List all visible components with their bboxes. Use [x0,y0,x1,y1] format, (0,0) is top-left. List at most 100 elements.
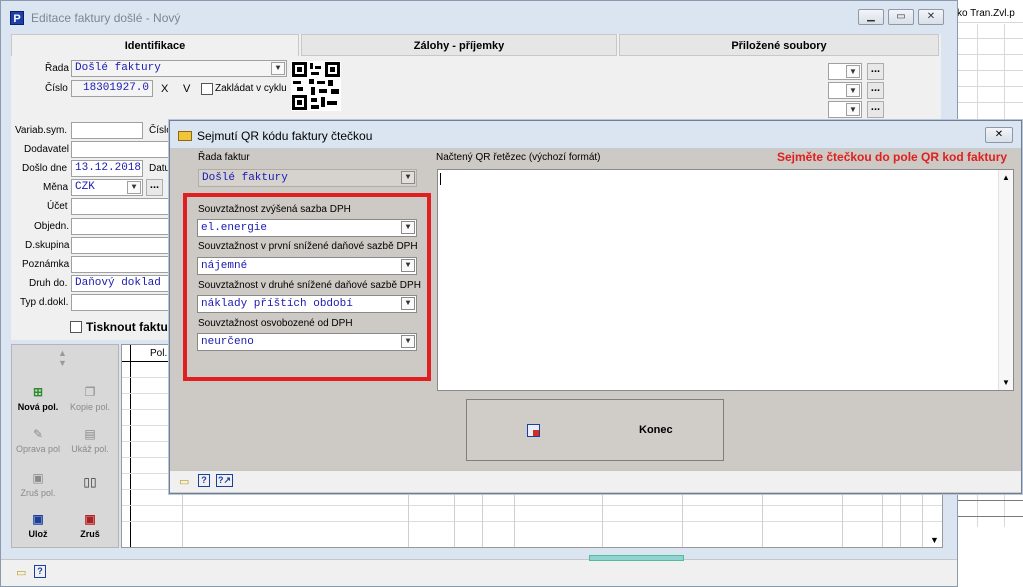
oprava-pol-button[interactable]: ✎ Oprava pol [12,427,64,454]
mena-value: CZK [75,181,95,193]
dskupina-field[interactable] [71,237,171,254]
cislo-x: X [161,83,169,95]
chevron-down-icon: ▼ [401,297,415,310]
tab-zalohy-prijemky[interactable]: Zálohy - příjemky [301,34,617,56]
book-button[interactable]: ▯▯ [64,475,116,492]
variab-field[interactable] [71,122,143,139]
dialog-close-button[interactable]: ✕ [985,127,1013,143]
ukaz-pol-button[interactable]: ▤ Ukáž pol. [64,427,116,454]
rada-select[interactable]: Došlé faktury ▼ [71,60,287,77]
minimize-button[interactable]: ▁ [858,9,884,25]
scan-instruction: Sejměte čtečkou do pole QR kod faktury [777,150,1008,164]
souvz-prvni-value: nájemné [201,260,248,272]
konec-button[interactable]: Konec [466,399,724,461]
ucet-field[interactable] [71,198,171,215]
tisknout-checkbox[interactable] [70,321,82,333]
dodavatel-label: Dodavatel [24,144,70,155]
kopie-pol-label: Kopie pol. [69,402,111,412]
attachment-select-2[interactable]: ▼ [828,82,862,99]
mena-select[interactable]: CZK ▼ [71,179,143,196]
souvz-osvobozene-select[interactable]: neurčeno ▼ [197,333,417,351]
attachment-browse-button-1[interactable]: ... [867,63,884,80]
scroll-down-icon[interactable]: ▼ [1002,378,1010,387]
objedn-label: Objedn. [34,221,70,232]
dialog-folder-icon[interactable]: ▭ [179,475,189,488]
main-status-bar: ▭ ? [1,555,957,586]
attachment-select-1[interactable]: ▼ [828,63,862,80]
status-indicator [589,555,684,561]
objedn-field[interactable] [71,218,171,235]
context-help-icon[interactable]: ?↗ [216,474,233,487]
help-icon[interactable]: ? [34,565,46,578]
rada-faktur-select[interactable]: Došlé faktury ▼ [198,169,417,187]
variab-label: Variab.sym. [15,125,68,136]
poznamka-field[interactable] [71,256,171,273]
grid-scroll-down-icon[interactable]: ▼ [930,535,939,545]
ukaz-pol-label: Ukáž pol. [71,444,109,454]
mena-browse-button[interactable]: ... [146,179,163,196]
souvz-druhe-select[interactable]: náklady příštích období ▼ [197,295,417,313]
tab-prilozene-soubory[interactable]: Přiložené soubory [619,34,939,56]
scroll-arrows-icon: ▲ ▼ [58,348,67,368]
druh-field[interactable]: Daňový doklad [71,275,171,292]
tisknout-label: Tisknout faktur [86,320,173,334]
doslo-field[interactable]: 13.12.2018 [71,160,143,177]
doslo-label: Došlo dne [22,163,68,174]
souvz-zvysena-select[interactable]: el.energie ▼ [197,219,417,237]
chevron-down-icon: ▼ [401,171,415,184]
edit-icon: ✎ [32,427,44,441]
nova-pol-button[interactable]: ⊞ Nová pol. [12,385,64,412]
souvz-zvysena-label: Souvztažnost zvýšená sazba DPH [198,204,351,215]
chevron-down-icon: ▼ [846,65,860,78]
textarea-scrollbar[interactable]: ▲ ▼ [998,170,1013,390]
qr-string-label: Načtený QR řetězec (výchozí formát) [436,152,601,163]
close-button[interactable]: ✕ [918,9,944,25]
attachment-select-3[interactable]: ▼ [828,101,862,118]
maximize-button[interactable]: ▭ [888,9,914,25]
zakladat-checkbox[interactable] [201,83,213,95]
dialog-title: Sejmutí QR kódu faktury čtečkou [197,129,373,143]
souvz-osvobozene-label: Souvztažnost osvobozené od DPH [198,318,353,329]
dodavatel-field[interactable] [71,141,171,158]
tab-identifikace[interactable]: Identifikace [11,34,299,56]
chevron-down-icon: ▼ [401,259,415,272]
view-icon: ▤ [84,427,96,441]
dialog-help-icon[interactable]: ? [198,474,210,487]
typ-field[interactable] [71,294,171,311]
window-titlebar: P Editace faktury došlé - Nový ▁ ▭ ✕ [1,1,957,33]
zrus-button[interactable]: ▣ Zruš [64,512,116,539]
save-icon: ▣ [32,512,44,526]
folder-small-icon[interactable]: ▭ [16,566,26,579]
souvz-osvobozene-value: neurčeno [201,336,254,348]
zrus-pol-button[interactable]: ▣ Zruš pol. [12,471,64,498]
datum-label: Datu [149,163,171,174]
dskupina-label: D.skupina [25,240,70,251]
item-button-panel: ▲ ▼ ⊞ Nová pol. ❐ Kopie pol. ✎ Oprava pol… [11,344,119,548]
cislo-field[interactable]: 18301927.0 [71,80,153,97]
uloz-button[interactable]: ▣ Ulož [12,512,64,539]
attachment-browse-button-3[interactable]: ... [867,101,884,118]
attachment-browse-button-2[interactable]: ... [867,82,884,99]
chevron-down-icon: ▼ [271,62,285,75]
rada-label: Řada [45,63,69,74]
zrus-pol-label: Zruš pol. [20,488,56,498]
kopie-pol-button[interactable]: ❐ Kopie pol. [64,385,116,412]
mena-label: Měna [43,182,69,193]
add-item-icon: ⊞ [32,385,44,399]
window-title: Editace faktury došlé - Nový [31,11,181,25]
rada-faktur-label: Řada faktur [198,152,250,163]
poznamka-label: Poznámka [22,259,70,270]
souvz-prvni-select[interactable]: nájemné ▼ [197,257,417,275]
rada-value: Došlé faktury [75,62,161,74]
chevron-down-icon: ▼ [846,103,860,116]
app-p-icon: P [10,11,24,25]
uloz-label: Ulož [28,529,48,539]
qr-string-textarea[interactable]: ▲ ▼ [437,169,1014,391]
exit-icon [527,424,540,437]
konec-label: Konec [639,424,673,436]
chevron-down-icon: ▼ [401,221,415,234]
book-icon: ▯▯ [83,475,97,489]
souvz-zvysena-value: el.energie [201,222,268,234]
scroll-up-icon[interactable]: ▲ [1002,173,1010,182]
druh-label: Druh do. [29,278,68,289]
